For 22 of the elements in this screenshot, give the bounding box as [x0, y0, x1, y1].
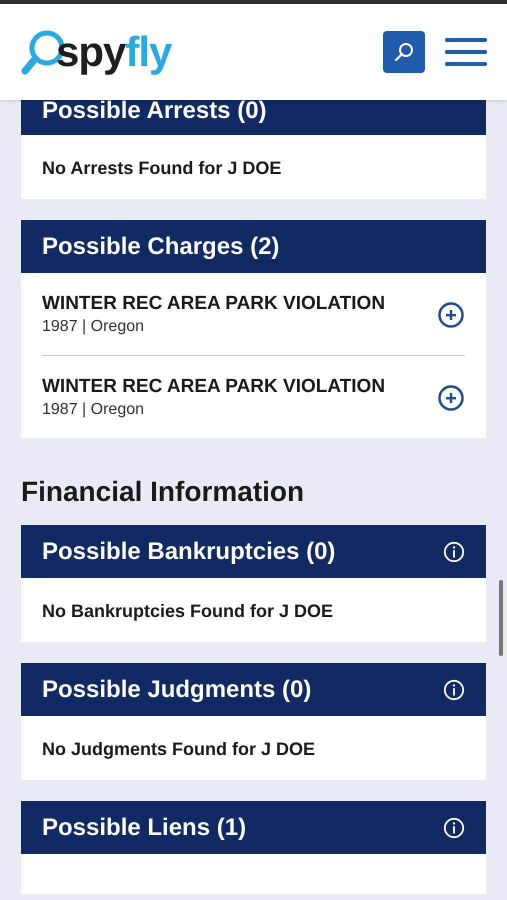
info-icon[interactable]	[443, 678, 465, 700]
info-icon[interactable]	[443, 540, 465, 562]
record-details: 1987 | Oregon	[42, 318, 144, 336]
card-title: Possible Bankruptcies (0)	[42, 538, 336, 566]
card-title: Possible Charges (2)	[42, 232, 280, 260]
scrollbar[interactable]	[499, 580, 503, 656]
menu-icon[interactable]	[445, 38, 487, 66]
expand-icon[interactable]	[437, 384, 465, 412]
card-title: Possible Judgments (0)	[42, 676, 312, 704]
record-title: WINTER REC AREA PARK VIOLATION	[42, 376, 386, 398]
expand-icon[interactable]	[437, 300, 465, 328]
info-icon[interactable]	[443, 816, 465, 838]
search-icon[interactable]	[393, 41, 415, 63]
record-title: WINTER REC AREA PARK VIOLATION	[42, 293, 386, 315]
empty-message: No Arrests Found for J DOE	[41, 157, 282, 180]
empty-message: No Judgments Found for J DOE	[41, 738, 316, 761]
section-heading: Financial Information	[21, 476, 306, 508]
card-title: Possible Arrests (0)	[42, 97, 268, 125]
record-details: 1987 | Oregon	[42, 401, 144, 419]
card-title: Possible Liens (1)	[42, 814, 248, 842]
empty-message: No Bankruptcies Found for J DOE	[41, 600, 334, 623]
search-button[interactable]	[383, 31, 425, 73]
